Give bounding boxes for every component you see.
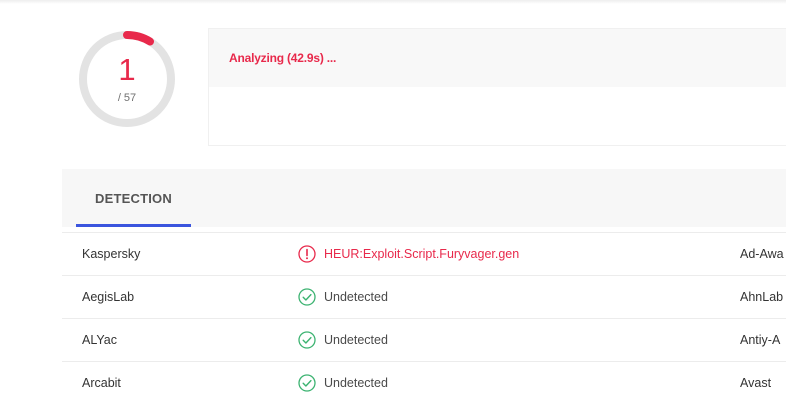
report-tabs: DETECTION: [62, 169, 786, 227]
top-shadow: [0, 0, 786, 4]
engine-name: Kaspersky: [82, 247, 141, 261]
table-row: Arcabit Undetected Avast: [62, 362, 786, 400]
analysis-status-bar: Analyzing (42.9s) ...: [209, 29, 786, 87]
engine-result-text: HEUR:Exploit.Script.Furyvager.gen: [324, 247, 520, 261]
engine-name-secondary: Antiy-A: [740, 333, 781, 347]
table-row: Kaspersky HEUR:Exploit.Script.Furyvager.g…: [62, 233, 786, 276]
engine-name-secondary: AhnLab: [740, 290, 784, 304]
tab-detection-label: DETECTION: [95, 190, 172, 206]
engine-result: HEUR:Exploit.Script.Furyvager.gen: [298, 233, 519, 275]
check-circle-icon: [298, 288, 316, 306]
total-engines: / 57: [117, 92, 137, 104]
alert-circle-icon: [298, 245, 316, 263]
detected-count: 1: [118, 52, 136, 87]
engine-result-text: Undetected: [324, 376, 388, 390]
detection-score-widget: 1 / 57: [76, 28, 178, 130]
engine-name-secondary: Ad-Awa: [740, 247, 784, 261]
active-tab-indicator: [76, 224, 191, 227]
engine-name: ALYac: [82, 333, 117, 347]
analysis-status-panel: Analyzing (42.9s) ...: [208, 28, 786, 146]
engine-result-text: Undetected: [324, 290, 388, 304]
engine-result: Undetected: [298, 362, 388, 400]
check-circle-icon: [298, 331, 316, 349]
engine-result: Undetected: [298, 276, 388, 318]
analysis-status-text: Analyzing (42.9s) ...: [229, 51, 337, 65]
detection-table: Kaspersky HEUR:Exploit.Script.Furyvager.g…: [62, 232, 786, 400]
engine-name: AegisLab: [82, 290, 135, 304]
table-row: ALYac Undetected Antiy-A: [62, 319, 786, 362]
page: 1 / 57 Analyzing (42.9s) ... DETECTION K…: [0, 0, 786, 400]
engine-name: Arcabit: [82, 376, 121, 390]
tab-detection[interactable]: DETECTION: [76, 169, 191, 227]
engine-name-secondary: Avast: [740, 376, 772, 390]
engine-result-text: Undetected: [324, 333, 388, 347]
check-circle-icon: [298, 374, 316, 392]
table-row: AegisLab Undetected AhnLab: [62, 276, 786, 319]
engine-result: Undetected: [298, 319, 388, 361]
